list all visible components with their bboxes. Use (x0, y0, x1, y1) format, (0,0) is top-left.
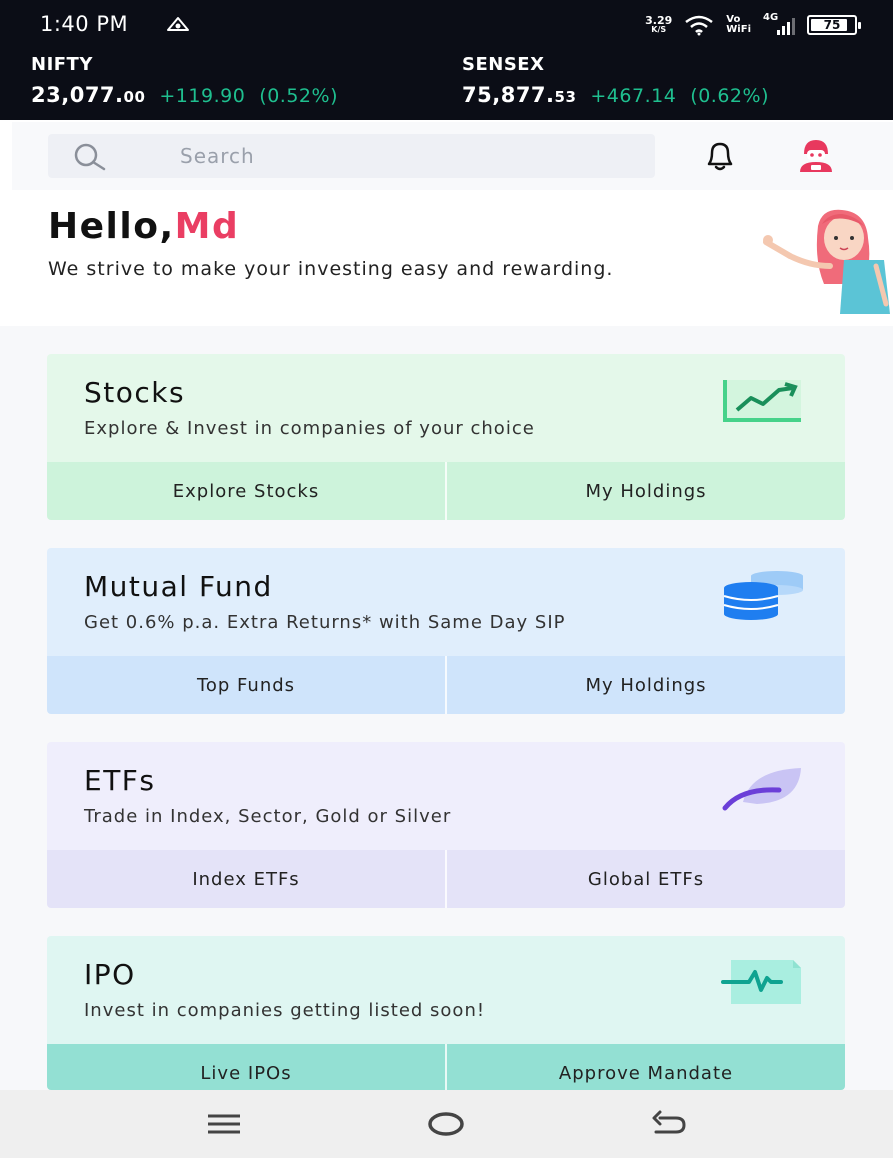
signal-bar (792, 18, 795, 35)
ticker-value-dec: 00 (123, 88, 146, 106)
explore-stocks-button[interactable]: Explore Stocks (47, 462, 445, 520)
search-input[interactable]: Search (48, 134, 655, 178)
ipo-card[interactable]: IPO Invest in companies getting listed s… (47, 936, 845, 1090)
card-subtitle: Get 0.6% p.a. Extra Returns* with Same D… (84, 612, 566, 633)
etfs-card[interactable]: ETFs Trade in Index, Sector, Gold or Sil… (47, 742, 845, 908)
battery-icon: 75 (807, 15, 861, 35)
signal-bar (787, 22, 790, 35)
ticker-change: +467.14 (590, 85, 677, 107)
global-etfs-button[interactable]: Global ETFs (445, 850, 845, 908)
card-title: IPO (84, 958, 136, 991)
coins-icon (723, 571, 803, 620)
card-actions: Index ETFs Global ETFs (47, 850, 845, 908)
product-cards: Stocks Explore & Invest in companies of … (0, 326, 893, 1090)
signal-icon: 4G (763, 12, 795, 35)
menu-icon[interactable] (204, 1108, 244, 1140)
card-title: Mutual Fund (84, 570, 273, 603)
ticker-percent: (0.62%) (690, 85, 769, 107)
signal-bar (777, 30, 780, 35)
back-icon[interactable] (650, 1108, 690, 1140)
card-header[interactable]: IPO Invest in companies getting listed s… (47, 936, 845, 1044)
greeting-title: Hello,Md (48, 206, 239, 247)
top-bar: 1:40 PM 3.29 K/S Vo WiFi 4G 75 NIFTY 23,… (0, 0, 893, 120)
ticker-value: 23,077.00 (31, 83, 145, 107)
search-header: Search (12, 122, 893, 190)
document-pulse-icon (721, 960, 801, 1004)
status-icons: 3.29 K/S Vo WiFi 4G 75 (645, 12, 861, 38)
status-time: 1:40 PM (40, 12, 129, 36)
index-etfs-button[interactable]: Index ETFs (47, 850, 445, 908)
ticker-value-int: 23,077. (31, 83, 124, 107)
mf-holdings-button[interactable]: My Holdings (445, 656, 845, 714)
ticker-value-int: 75,877. (462, 83, 555, 107)
card-header[interactable]: Stocks Explore & Invest in companies of … (47, 354, 845, 462)
battery-nub (858, 22, 861, 29)
screen: 1:40 PM 3.29 K/S Vo WiFi 4G 75 NIFTY 23,… (0, 0, 893, 1158)
hotspot-icon (167, 17, 189, 31)
card-subtitle: Invest in companies getting listed soon! (84, 1000, 486, 1021)
card-title: Stocks (84, 376, 186, 409)
ticker-name: SENSEX (462, 54, 545, 75)
ticker-percent: (0.52%) (259, 85, 338, 107)
wifi-icon (685, 15, 714, 36)
card-header[interactable]: ETFs Trade in Index, Sector, Gold or Sil… (47, 742, 845, 850)
ticker-sensex[interactable]: SENSEX 75,877.53 +467.14 (0.62%) (462, 54, 769, 107)
speed-value: 3.29 (645, 14, 673, 27)
battery-level: 75 (823, 18, 841, 32)
ticker-nifty[interactable]: NIFTY 23,077.00 +119.90 (0.52%) (31, 54, 338, 107)
ticker-name: NIFTY (31, 54, 93, 75)
card-header[interactable]: Mutual Fund Get 0.6% p.a. Extra Returns*… (47, 548, 845, 656)
stocks-holdings-button[interactable]: My Holdings (445, 462, 845, 520)
greeting-tagline: We strive to make your investing easy an… (48, 258, 614, 280)
ticker-change: +119.90 (159, 85, 246, 107)
avatar-icon[interactable] (794, 138, 838, 174)
search-placeholder: Search (180, 144, 255, 168)
bell-icon[interactable] (700, 138, 740, 174)
home-icon[interactable] (426, 1108, 466, 1140)
signal-bar (782, 26, 785, 35)
card-subtitle: Explore & Invest in companies of your ch… (84, 418, 535, 439)
network-type: 4G (763, 12, 779, 23)
top-funds-button[interactable]: Top Funds (47, 656, 445, 714)
ticker-value: 75,877.53 (462, 83, 576, 107)
greeting-hello: Hello, (48, 206, 175, 247)
chart-trend-icon (723, 380, 801, 422)
mutual-fund-card[interactable]: Mutual Fund Get 0.6% p.a. Extra Returns*… (47, 548, 845, 714)
stocks-card[interactable]: Stocks Explore & Invest in companies of … (47, 354, 845, 520)
system-nav-bar (0, 1090, 893, 1158)
vowifi-indicator: Vo WiFi (726, 15, 751, 35)
network-speed: 3.29 K/S (645, 14, 673, 34)
card-actions: Explore Stocks My Holdings (47, 462, 845, 520)
vowifi-wifi: WiFi (726, 24, 751, 35)
waving-girl-illustration (763, 209, 890, 314)
card-actions: Top Funds My Holdings (47, 656, 845, 714)
card-title: ETFs (84, 764, 156, 797)
search-icon (74, 143, 106, 171)
live-ipos-button[interactable]: Live IPOs (47, 1044, 445, 1090)
status-bar: 1:40 PM 3.29 K/S Vo WiFi 4G 75 (0, 0, 893, 50)
ticker-value-dec: 53 (554, 88, 577, 106)
greeting-section: Hello,Md We strive to make your investin… (0, 190, 893, 326)
approve-mandate-button[interactable]: Approve Mandate (445, 1044, 845, 1090)
greeting-user-name: Md (174, 206, 240, 247)
speed-unit: K/S (651, 25, 667, 34)
card-subtitle: Trade in Index, Sector, Gold or Silver (84, 806, 452, 827)
leaf-icon (722, 768, 801, 811)
card-actions: Live IPOs Approve Mandate (47, 1044, 845, 1090)
